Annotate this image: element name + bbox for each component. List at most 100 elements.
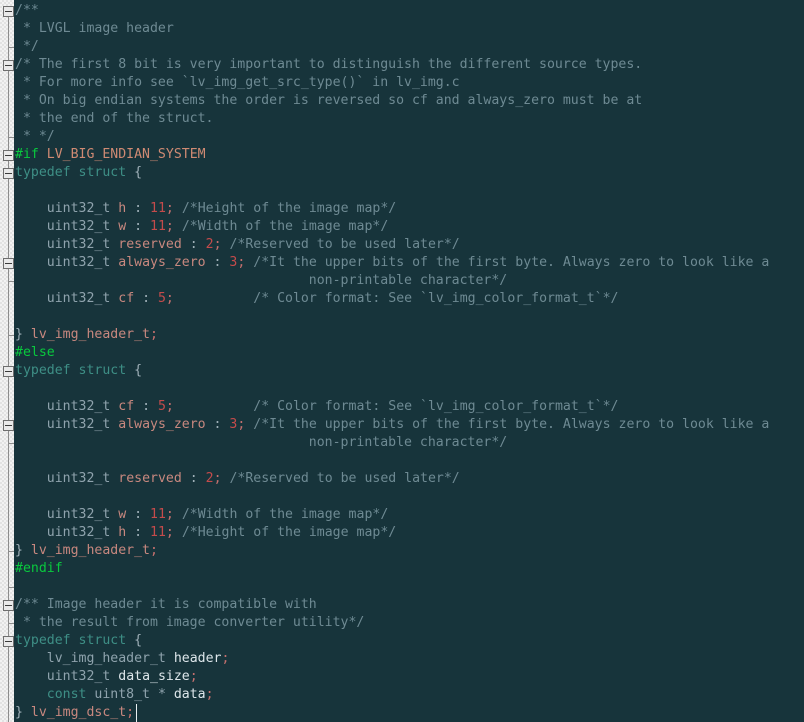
code-line[interactable]: uint32_t w : 11; /*Width of the image ma… [14,506,804,524]
code-token: uint32_t [46,201,111,216]
fold-range-end-tick [8,281,14,282]
code-line[interactable] [14,308,804,326]
code-line[interactable]: /** [14,2,804,20]
code-token: non-printable character*/ [15,435,508,450]
code-token: : [181,471,206,486]
code-line[interactable]: } lv_img_dsc_t; [14,704,804,722]
code-token: data_size [118,669,190,684]
code-token: : [126,201,151,216]
code-token: uint32_t [46,507,111,522]
code-line[interactable]: * LVGL image header [14,20,804,38]
code-token: */ [15,39,39,54]
fold-toggle-icon[interactable] [3,60,14,71]
code-line[interactable]: * */ [14,128,804,146]
code-line[interactable] [14,182,804,200]
code-token: * On big endian systems the order is rev… [15,93,643,108]
code-line[interactable]: /** Image header it is compatible with [14,596,804,614]
code-token: 5 [157,291,166,306]
code-token: uint32_t [46,255,111,270]
code-token: 5 [157,399,166,414]
code-line[interactable]: uint32_t w : 11; /*Width of the image ma… [14,218,804,236]
fold-toggle-icon[interactable] [3,420,14,431]
code-token: /** Image header it is compatible with [15,597,317,612]
code-line[interactable]: /* The first 8 bit is very important to … [14,56,804,74]
code-line[interactable]: uint32_t always_zero : 3; /*It the upper… [14,254,804,272]
code-token: /*It the upper bits of the first byte. A… [253,417,770,432]
code-token: ; [205,687,214,702]
code-token: non-printable character*/ [15,273,508,288]
code-line[interactable]: uint32_t data_size; [14,668,804,686]
code-token: ; [165,219,174,234]
code-token: : [126,525,151,540]
code-token: uint32_t [46,525,111,540]
code-line[interactable]: lv_img_header_t header; [14,650,804,668]
code-line[interactable]: non-printable character*/ [14,272,804,290]
code-token: ; [221,651,230,666]
code-token: : [134,399,158,414]
code-token: : [181,237,206,252]
code-token: /* Color format: See `lv_img_color_forma… [253,291,619,306]
code-token: * the result from image converter utilit… [15,615,365,630]
code-line[interactable]: */ [14,38,804,56]
code-token: #endif [15,561,63,576]
fold-gutter[interactable] [0,0,14,722]
code-line[interactable]: * For more info see `lv_img_get_src_type… [14,74,804,92]
fold-toggle-icon[interactable] [3,6,14,17]
code-line[interactable]: typedef struct { [14,362,804,380]
code-line[interactable]: typedef struct { [14,632,804,650]
code-line[interactable]: uint32_t cf : 5; /* Color format: See `l… [14,398,804,416]
fold-toggle-icon[interactable] [3,636,14,647]
code-token: ; [149,327,158,342]
code-token: always_zero [118,255,206,270]
code-line[interactable]: * On big endian systems the order is rev… [14,92,804,110]
code-line[interactable]: #endif [14,560,804,578]
fold-spine [8,352,9,576]
code-line[interactable]: typedef struct { [14,164,804,182]
code-token: uint8_t [94,687,150,702]
code-line[interactable] [14,452,804,470]
code-line[interactable]: uint32_t h : 11; /*Height of the image m… [14,200,804,218]
code-token: ; [213,471,222,486]
fold-toggle-icon[interactable] [3,168,14,179]
code-line[interactable]: uint32_t always_zero : 3; /*It the upper… [14,416,804,434]
code-line[interactable]: const uint8_t * data; [14,686,804,704]
code-line[interactable]: non-printable character*/ [14,434,804,452]
code-token: data [173,687,206,702]
fold-toggle-icon[interactable] [3,258,14,269]
code-line[interactable]: uint32_t reserved : 2; /*Reserved to be … [14,236,804,254]
code-line[interactable]: * the end of the struct. [14,110,804,128]
code-token: { [126,363,143,378]
code-line[interactable]: #if LV_BIG_ENDIAN_SYSTEM [14,146,804,164]
code-token: #else [15,345,55,360]
code-line[interactable]: uint32_t reserved : 2; /*Reserved to be … [14,470,804,488]
code-line[interactable] [14,578,804,596]
code-token: w [118,219,127,234]
fold-toggle-icon[interactable] [3,600,14,611]
code-line[interactable]: } lv_img_header_t; [14,326,804,344]
code-line[interactable]: uint32_t cf : 5; /* Color format: See `l… [14,290,804,308]
code-line[interactable] [14,488,804,506]
code-token: : [126,507,151,522]
code-token: const [46,687,87,702]
code-line[interactable]: uint32_t h : 11; /*Height of the image m… [14,524,804,542]
code-line[interactable]: * the result from image converter utilit… [14,614,804,632]
code-token: : [126,219,151,234]
fold-toggle-icon[interactable] [3,366,14,377]
code-text-area[interactable]: /** * LVGL image header */ /* The first 8… [14,0,804,722]
fold-toggle-icon[interactable] [3,150,14,161]
code-editor[interactable]: /** * LVGL image header */ /* The first 8… [0,0,804,722]
code-line[interactable]: #else [14,344,804,362]
code-line[interactable] [14,380,804,398]
code-token: w [118,507,127,522]
code-line[interactable]: } lv_img_header_t; [14,542,804,560]
code-token: } [15,543,31,558]
